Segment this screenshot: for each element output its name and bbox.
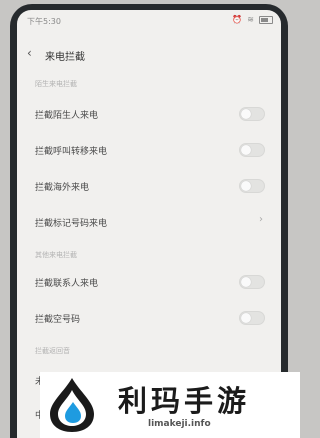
toggle-switch[interactable] [239,143,265,157]
toggle-switch[interactable] [239,107,265,121]
setting-row-call-forward[interactable]: 拦截呼叫转移来电 [17,136,281,166]
watermark-banner: 利玛手游 limakeji.info [40,372,300,438]
alarm-icon: ⏰ [232,15,243,24]
setting-row-overseas[interactable]: 拦截海外来电 [17,172,281,202]
toggle-knob [241,277,251,287]
chevron-right-icon: › [259,214,263,225]
toggle-knob [241,313,251,323]
setting-label: 拦截呼叫转移来电 [35,147,108,157]
status-time: 下午5:30 [27,17,61,26]
setting-label: 拦截标记号码来电 [35,219,108,229]
water-drop-logo-icon [50,378,94,432]
toggle-knob [241,145,251,155]
section-header-stranger: 陌生来电拦截 [35,80,77,88]
watermark-brand: 利玛手游 [118,384,251,418]
status-icons: ⏰ ≋ [232,15,273,24]
setting-label: 拦截海外来电 [35,183,90,193]
setting-row-empty-number[interactable]: 拦截空号码 [17,304,281,334]
section-header-other: 其他来电拦截 [35,251,77,259]
toggle-switch[interactable] [239,311,265,325]
battery-icon [259,15,273,24]
back-icon[interactable]: ‹ [27,46,32,60]
status-bar: 下午5:30 ⏰ ≋ [17,10,281,30]
setting-row-contacts[interactable]: 拦截联系人来电 [17,268,281,298]
toggle-knob [241,181,251,191]
toggle-switch[interactable] [239,179,265,193]
wifi-icon: ≋ [247,15,254,24]
setting-row-marked-number[interactable]: 拦截标记号码来电 › [17,208,281,238]
setting-row-stranger[interactable]: 拦截陌生人来电 [17,100,281,130]
title-bar: ‹ 来电拦截 [17,44,281,68]
page-title: 来电拦截 [45,52,85,63]
setting-label: 拦截联系人来电 [35,279,99,289]
toggle-switch[interactable] [239,275,265,289]
setting-label: 拦截空号码 [35,315,81,325]
watermark-url: limakeji.info [148,419,211,429]
setting-label: 拦截陌生人来电 [35,111,99,121]
section-header-return-tone: 拦截返回音 [35,347,70,355]
toggle-knob [241,109,251,119]
